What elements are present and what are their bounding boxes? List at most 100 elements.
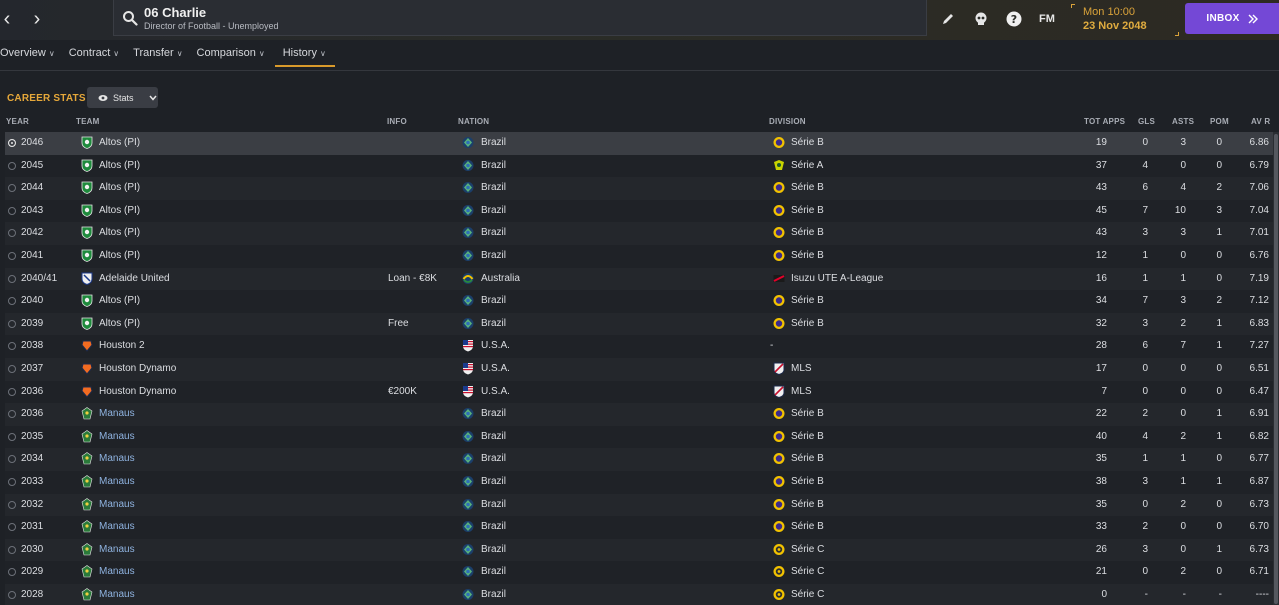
table-row[interactable]: 2031 Manaus Brazil Série B 33 2 0 0 6.70 (5, 516, 1273, 539)
row-division[interactable]: Série B (791, 521, 824, 532)
row-team[interactable]: Altos (PI) (99, 227, 140, 238)
col-av-rating[interactable]: AV R (1251, 117, 1270, 126)
row-division[interactable]: Série A (791, 160, 823, 171)
row-team[interactable]: Adelaide United (99, 273, 170, 284)
row-nation[interactable]: Brazil (481, 476, 506, 487)
search-box[interactable]: 06 Charlie Director of Football - Unempl… (113, 0, 927, 36)
table-row[interactable]: 2034 Manaus Brazil Série B 35 1 1 0 6.77 (5, 448, 1273, 471)
row-select-radio[interactable] (8, 477, 16, 486)
help-icon[interactable]: ? (1003, 8, 1025, 30)
row-division[interactable]: Série B (791, 250, 824, 261)
row-nation[interactable]: Brazil (481, 318, 506, 329)
table-row[interactable]: 2044 Altos (PI) Brazil Série B 43 6 4 2 … (5, 177, 1273, 200)
back-arrow-icon[interactable]: ‹ (0, 6, 22, 32)
row-division[interactable]: Série B (791, 137, 824, 148)
row-division[interactable]: Série B (791, 182, 824, 193)
row-team[interactable]: Houston 2 (99, 340, 145, 351)
row-nation[interactable]: U.S.A. (481, 386, 510, 397)
row-select-radio[interactable] (8, 410, 16, 419)
row-division[interactable]: Série C (791, 589, 824, 600)
table-row[interactable]: 2038 Houston 2 U.S.A. - 28 6 7 1 7.27 (5, 335, 1273, 358)
row-team[interactable]: Altos (PI) (99, 205, 140, 216)
fm-menu-button[interactable]: FM (1036, 8, 1058, 30)
skull-icon[interactable] (970, 8, 992, 30)
row-team[interactable]: Manaus (99, 408, 135, 419)
row-select-radio[interactable] (8, 545, 16, 554)
table-row[interactable]: 2036 Manaus Brazil Série B 22 2 0 1 6.91 (5, 403, 1273, 426)
tab-transfer[interactable]: Transfer ∨ (133, 42, 191, 68)
row-team[interactable]: Altos (PI) (99, 160, 140, 171)
row-division[interactable]: Série C (791, 566, 824, 577)
row-nation[interactable]: Brazil (481, 205, 506, 216)
row-division[interactable]: - (770, 340, 773, 351)
table-row[interactable]: 2041 Altos (PI) Brazil Série B 12 1 0 0 … (5, 244, 1273, 268)
row-select-radio[interactable] (8, 251, 16, 260)
row-nation[interactable]: Brazil (481, 544, 506, 555)
row-team[interactable]: Manaus (99, 431, 135, 442)
row-team[interactable]: Manaus (99, 499, 135, 510)
col-nation[interactable]: NATION (458, 117, 489, 126)
row-nation[interactable]: U.S.A. (481, 363, 510, 374)
col-tot-apps[interactable]: TOT APPS (1084, 117, 1125, 126)
table-row[interactable]: 2045 Altos (PI) Brazil Série A 37 4 0 0 … (5, 154, 1273, 178)
row-division[interactable]: Série B (791, 499, 824, 510)
row-division[interactable]: Isuzu UTE A-League (791, 273, 883, 284)
row-team[interactable]: Altos (PI) (99, 318, 140, 329)
row-division[interactable]: Série B (791, 431, 824, 442)
row-select-radio[interactable] (8, 229, 16, 238)
tab-comparison[interactable]: Comparison ∨ (197, 42, 274, 68)
col-gls[interactable]: GLS (1138, 117, 1155, 126)
row-nation[interactable]: Brazil (481, 521, 506, 532)
table-row[interactable]: 2033 Manaus Brazil Série B 38 3 1 1 6.87 (5, 470, 1273, 494)
row-select-radio[interactable] (8, 590, 16, 599)
row-nation[interactable]: Brazil (481, 566, 506, 577)
table-row[interactable]: 2042 Altos (PI) Brazil Série B 43 3 3 1 … (5, 222, 1273, 245)
row-division[interactable]: MLS (791, 386, 812, 397)
row-select-radio[interactable] (8, 455, 16, 464)
col-division[interactable]: DIVISION (769, 117, 806, 126)
row-team[interactable]: Houston Dynamo (99, 386, 176, 397)
row-team[interactable]: Altos (PI) (99, 182, 140, 193)
col-asts[interactable]: ASTS (1172, 117, 1194, 126)
row-team[interactable]: Houston Dynamo (99, 363, 176, 374)
table-row[interactable]: 2037 Houston Dynamo U.S.A. MLS 17 0 0 0 … (5, 357, 1273, 381)
row-team[interactable]: Manaus (99, 453, 135, 464)
row-nation[interactable]: Brazil (481, 250, 506, 261)
tab-contract[interactable]: Contract ∨ (69, 42, 128, 68)
row-nation[interactable]: Brazil (481, 295, 506, 306)
row-nation[interactable]: Brazil (481, 137, 506, 148)
row-division[interactable]: Série B (791, 476, 824, 487)
col-pom[interactable]: POM (1210, 117, 1229, 126)
row-select-radio[interactable] (8, 297, 16, 306)
row-select-radio[interactable] (8, 387, 16, 396)
stats-dropdown[interactable]: Stats (87, 87, 158, 108)
row-team[interactable]: Manaus (99, 521, 135, 532)
row-select-radio[interactable] (8, 139, 16, 147)
row-division[interactable]: Série B (791, 227, 824, 238)
row-select-radio[interactable] (8, 206, 16, 215)
row-nation[interactable]: Brazil (481, 182, 506, 193)
row-division[interactable]: Série B (791, 408, 824, 419)
table-row[interactable]: 2043 Altos (PI) Brazil Série B 45 7 10 3… (5, 199, 1273, 223)
row-division[interactable]: Série B (791, 295, 824, 306)
row-select-radio[interactable] (8, 274, 16, 283)
row-nation[interactable]: Brazil (481, 431, 506, 442)
row-nation[interactable]: Brazil (481, 227, 506, 238)
row-select-radio[interactable] (8, 568, 16, 577)
inbox-button[interactable]: INBOX (1185, 3, 1279, 34)
row-team[interactable]: Altos (PI) (99, 250, 140, 261)
row-division[interactable]: Série C (791, 544, 824, 555)
tab-overview[interactable]: Overview ∨ (0, 42, 64, 68)
row-select-radio[interactable] (8, 161, 16, 170)
scrollbar-thumb[interactable] (1274, 134, 1278, 604)
table-row[interactable]: 2029 Manaus Brazil Série C 21 0 2 0 6.71 (5, 561, 1273, 584)
forward-arrow-icon[interactable]: › (22, 6, 52, 32)
row-nation[interactable]: U.S.A. (481, 340, 510, 351)
table-row[interactable]: 2028 Manaus Brazil Série C 0 - - - ---- (5, 583, 1273, 605)
col-year[interactable]: YEAR (6, 117, 29, 126)
table-row[interactable]: 2035 Manaus Brazil Série B 40 4 2 1 6.82 (5, 425, 1273, 449)
table-row[interactable]: 2036 Houston Dynamo €200K U.S.A. MLS 7 0… (5, 380, 1273, 404)
row-division[interactable]: Série B (791, 205, 824, 216)
col-info[interactable]: INFO (387, 117, 407, 126)
table-row[interactable]: 2046 Altos (PI) Brazil Série B 19 0 3 0 … (5, 132, 1273, 155)
